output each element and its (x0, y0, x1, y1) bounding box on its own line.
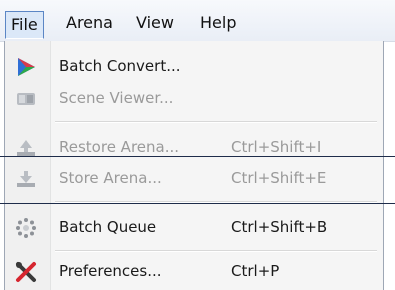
menu-item-label: Restore Arena... (59, 138, 180, 156)
menu-arena[interactable]: Arena (61, 11, 118, 35)
menu-view[interactable]: View (131, 11, 179, 35)
menu-item-restore-arena[interactable]: Restore Arena... Ctrl+Shift+I (5, 132, 383, 162)
menu-item-label: Preferences... (59, 262, 162, 280)
menu-item-label: Scene Viewer... (59, 89, 174, 107)
menu-item-shortcut: Ctrl+Shift+I (231, 138, 322, 156)
menu-item-scene-viewer[interactable]: Scene Viewer... (5, 83, 383, 113)
menu-item-shortcut: Ctrl+Shift+E (231, 169, 327, 187)
menu-item-shortcut: Ctrl+Shift+B (231, 218, 328, 236)
file-dropdown-menu: Batch Convert... Scene Viewer... Restore… (4, 41, 384, 290)
menu-separator (55, 250, 377, 252)
menu-separator (55, 121, 377, 123)
batch-queue-icon (15, 217, 37, 239)
menu-help[interactable]: Help (195, 11, 241, 35)
menu-item-store-arena[interactable]: Store Arena... Ctrl+Shift+E (5, 163, 383, 193)
store-arena-icon (15, 168, 37, 190)
menu-bar: File Arena View Help (0, 0, 395, 42)
scene-viewer-icon (15, 88, 37, 110)
menu-item-batch-convert[interactable]: Batch Convert... (5, 51, 383, 81)
menu-item-label: Batch Convert... (59, 57, 181, 75)
wrench-screwdriver-icon (15, 261, 37, 283)
menu-item-label: Store Arena... (59, 169, 162, 187)
menu-item-label: Batch Queue (59, 218, 157, 236)
menu-item-preferences[interactable]: Preferences... Ctrl+P (5, 256, 383, 286)
play-arrow-icon (15, 56, 37, 78)
annotation-line (0, 156, 395, 157)
menu-file[interactable]: File (5, 11, 44, 39)
app-window: File Arena View Help Batch Convert... Sc… (0, 0, 395, 290)
menu-item-batch-queue[interactable]: Batch Queue Ctrl+Shift+B (5, 212, 383, 242)
menu-item-shortcut: Ctrl+P (231, 262, 280, 280)
annotation-line (0, 203, 395, 204)
